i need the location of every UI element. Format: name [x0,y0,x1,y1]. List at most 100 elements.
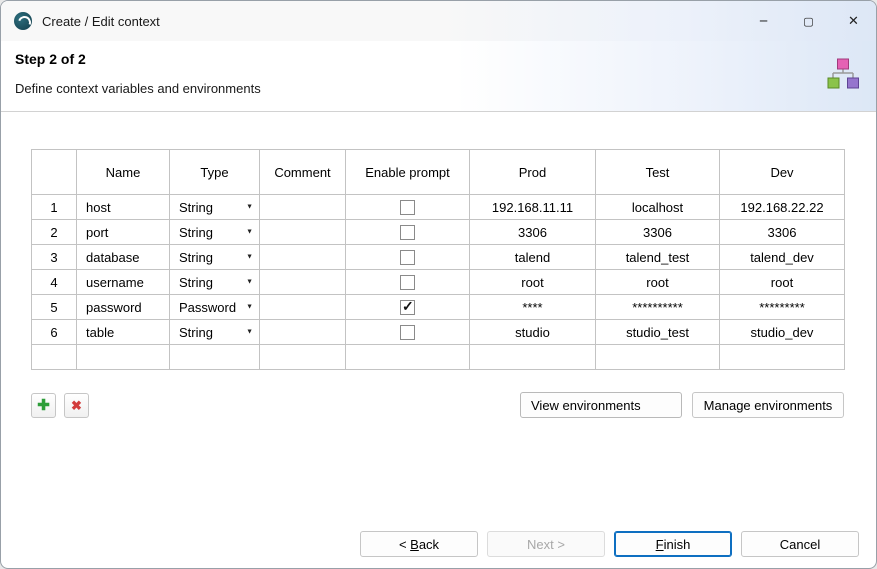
type-cell[interactable]: String ▼ [170,320,260,345]
type-value: String [179,325,213,340]
column-header-enable-prompt: Enable prompt [346,150,470,195]
empty-cell [596,345,720,370]
prod-cell[interactable]: talend [470,245,596,270]
enable-prompt-cell [346,320,470,345]
close-button[interactable]: ✕ [831,1,876,41]
table-actions: ✚ ✖ View environments Manage environment… [31,392,844,418]
header-row: Name Type Comment Enable prompt Prod Tes… [32,150,845,195]
type-dropdown-arrow-icon[interactable]: ▼ [246,279,253,286]
variables-table-container: Name Type Comment Enable prompt Prod Tes… [31,149,845,370]
column-header-name: Name [77,150,170,195]
environment-buttons: View environments Manage environments [520,392,844,418]
prod-cell[interactable]: studio [470,320,596,345]
name-cell[interactable]: host [77,195,170,220]
dev-cell[interactable]: root [720,270,845,295]
table-row: 1host String ▼ 192.168.11.11localhost192.16… [32,195,845,220]
dev-cell[interactable]: 192.168.22.22 [720,195,845,220]
enable-prompt-checkbox[interactable] [400,250,415,265]
table-header: Name Type Comment Enable prompt Prod Tes… [32,150,845,195]
row-number-cell: 2 [32,220,77,245]
dev-cell[interactable]: talend_dev [720,245,845,270]
enable-prompt-cell [346,245,470,270]
comment-cell[interactable] [260,245,346,270]
cancel-button[interactable]: Cancel [741,531,859,557]
type-value: String [179,275,213,290]
empty-cell [720,345,845,370]
delete-icon: ✖ [71,399,82,412]
type-cell[interactable]: String ▼ [170,195,260,220]
plus-icon: ✚ [37,398,50,413]
row-number-cell: 1 [32,195,77,220]
window-controls: ─ ▢ ✕ [741,1,876,41]
empty-cell [346,345,470,370]
finish-button[interactable]: Finish [614,531,732,557]
type-cell[interactable]: Password ▼ [170,295,260,320]
test-cell[interactable]: ********** [596,295,720,320]
column-header-rownum [32,150,77,195]
back-button[interactable]: < Back [360,531,478,557]
row-number-cell: 6 [32,320,77,345]
name-cell[interactable]: username [77,270,170,295]
test-cell[interactable]: root [596,270,720,295]
type-cell[interactable]: String ▼ [170,245,260,270]
comment-cell[interactable] [260,195,346,220]
test-cell[interactable]: studio_test [596,320,720,345]
prod-cell[interactable]: 3306 [470,220,596,245]
type-dropdown-arrow-icon[interactable]: ▼ [246,204,253,211]
empty-cell [470,345,596,370]
enable-prompt-checkbox[interactable] [400,225,415,240]
comment-cell[interactable] [260,295,346,320]
minimize-button[interactable]: ─ [741,1,786,41]
type-value: String [179,200,213,215]
add-variable-button[interactable]: ✚ [31,393,56,418]
type-value: String [179,225,213,240]
enable-prompt-checkbox[interactable] [400,300,415,315]
column-header-prod: Prod [470,150,596,195]
test-cell[interactable]: 3306 [596,220,720,245]
maximize-icon: ▢ [803,15,813,28]
type-cell[interactable]: String ▼ [170,270,260,295]
column-header-dev: Dev [720,150,845,195]
step-title: Step 2 of 2 [15,51,86,67]
enable-prompt-checkbox[interactable] [400,200,415,215]
table-row: 2portString▼330633063306 [32,220,845,245]
dev-cell[interactable]: 3306 [720,220,845,245]
type-dropdown-arrow-icon[interactable]: ▼ [246,229,253,236]
comment-cell[interactable] [260,320,346,345]
enable-prompt-checkbox[interactable] [400,275,415,290]
name-cell[interactable]: password [77,295,170,320]
manage-environments-button[interactable]: Manage environments [692,392,844,418]
enable-prompt-cell [346,195,470,220]
row-number-cell: 3 [32,245,77,270]
name-cell[interactable]: database [77,245,170,270]
delete-variable-button[interactable]: ✖ [64,393,89,418]
type-value: Password [179,300,236,315]
minimize-icon: ─ [760,14,767,28]
dev-cell[interactable]: ********* [720,295,845,320]
name-cell[interactable]: table [77,320,170,345]
next-button[interactable]: Next > [487,531,605,557]
prod-cell[interactable]: **** [470,295,596,320]
type-cell[interactable]: String ▼ [170,220,260,245]
enable-prompt-cell [346,270,470,295]
maximize-button[interactable]: ▢ [786,1,831,41]
table-row: 5passwordPassword▼**********************… [32,295,845,320]
comment-cell[interactable] [260,220,346,245]
test-cell[interactable]: localhost [596,195,720,220]
type-value: String [179,250,213,265]
type-dropdown-arrow-icon[interactable]: ▼ [246,254,253,261]
dialog-window: Create / Edit context ─ ▢ ✕ Step 2 of 2 … [0,0,877,569]
row-number-cell: 5 [32,295,77,320]
prod-cell[interactable]: root [470,270,596,295]
dev-cell[interactable]: studio_dev [720,320,845,345]
type-dropdown-arrow-icon[interactable]: ▼ [246,304,253,311]
enable-prompt-cell [346,295,470,320]
empty-cell [260,345,346,370]
name-cell[interactable]: port [77,220,170,245]
type-dropdown-arrow-icon[interactable]: ▼ [246,329,253,336]
enable-prompt-checkbox[interactable] [400,325,415,340]
test-cell[interactable]: talend_test [596,245,720,270]
comment-cell[interactable] [260,270,346,295]
view-environments-button[interactable]: View environments [520,392,682,418]
prod-cell[interactable]: 192.168.11.11 [470,195,596,220]
